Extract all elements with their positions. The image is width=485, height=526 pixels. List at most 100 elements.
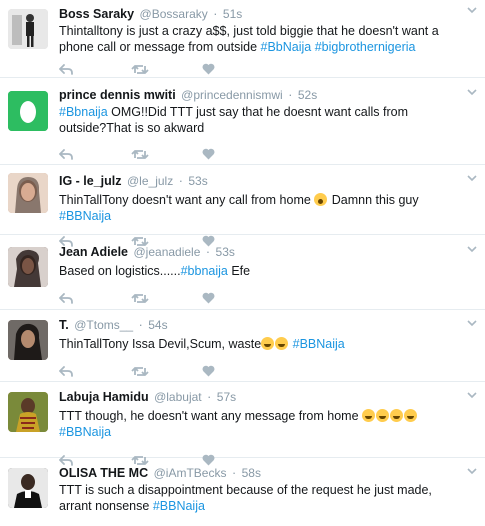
timestamp[interactable]: 57s — [217, 390, 236, 404]
tweet-header: prince dennis mwiti @princedennismwi · 5… — [59, 78, 485, 103]
hashtag-link[interactable]: #bigbrothernigeria — [315, 40, 416, 54]
hashtag-link[interactable]: #bbnaija — [181, 264, 228, 278]
hashtag-link[interactable]: #BBNaija — [59, 425, 111, 439]
reply-icon[interactable] — [59, 63, 73, 75]
tears-of-joy-emoji-icon — [275, 337, 289, 350]
display-name[interactable]: Labuja Hamidu — [59, 390, 149, 404]
timestamp[interactable]: 58s — [242, 466, 261, 480]
username[interactable]: @le_julz — [127, 174, 173, 188]
tweet-actions — [59, 357, 485, 385]
tweet-actions — [59, 140, 485, 168]
tweet-header: Labuja Hamidu @labujat · 57s — [59, 382, 485, 405]
tears-of-joy-emoji-icon — [362, 409, 376, 422]
tweet[interactable]: Labuja Hamidu @labujat · 57s TTT though,… — [0, 382, 485, 466]
timestamp[interactable]: 53s — [216, 245, 235, 259]
avatar[interactable] — [8, 173, 48, 213]
tweet-header: OLISA THE MC @iAmTBecks · 58s — [59, 458, 485, 481]
avatar[interactable] — [8, 392, 48, 432]
separator-dot: · — [213, 7, 218, 21]
tweet-header: Boss Saraky @Bossaraky · 51s — [59, 0, 485, 22]
tweet-actions — [59, 284, 485, 312]
tweet[interactable]: Jean Adiele @jeanadiele · 53s Based on l… — [0, 235, 485, 310]
hashtag-link[interactable]: #Bbnaija — [59, 105, 108, 119]
tweet-header: T. @Ttoms__ · 54s — [59, 310, 485, 333]
display-name[interactable]: Jean Adiele — [59, 245, 128, 259]
chevron-down-icon[interactable] — [467, 318, 477, 330]
tears-of-joy-emoji-icon — [376, 409, 390, 422]
reply-icon[interactable] — [59, 365, 73, 377]
separator-dot: · — [288, 88, 293, 102]
tweet-text-part: TTT though, he doesn't want any message … — [59, 409, 363, 423]
chevron-down-icon[interactable] — [467, 244, 477, 256]
username[interactable]: @Bossaraky — [140, 7, 208, 21]
retweet-icon[interactable] — [131, 149, 149, 160]
chevron-down-icon[interactable] — [467, 390, 477, 402]
separator-dot: · — [207, 390, 212, 404]
heart-icon[interactable] — [201, 148, 215, 160]
timestamp[interactable]: 53s — [188, 174, 207, 188]
tweet[interactable]: IG - le_julz @le_julz · 53s ThinTallTony… — [0, 165, 485, 247]
chevron-down-icon[interactable] — [467, 173, 477, 185]
tweet-text: TTT is such a disappointment because of … — [59, 482, 485, 514]
retweet-icon[interactable] — [131, 64, 149, 75]
avatar[interactable] — [8, 91, 48, 131]
tweet-text-part: TTT is such a disappointment because of … — [59, 483, 432, 513]
tweet-text: Thintalltony is just a crazy a$$, just t… — [59, 23, 485, 55]
timestamp[interactable]: 51s — [223, 7, 242, 21]
username[interactable]: @Ttoms__ — [74, 318, 133, 332]
chevron-down-icon[interactable] — [467, 87, 477, 99]
display-name[interactable]: OLISA THE MC — [59, 466, 148, 480]
tweet-text-part: OMG!!Did TTT just say that he doesnt wan… — [59, 105, 408, 135]
tweet-text: ThinTallTony Issa Devil,Scum, waste #BBN… — [59, 336, 485, 352]
heart-icon[interactable] — [201, 292, 215, 304]
avatar[interactable] — [8, 320, 48, 360]
avatar[interactable] — [8, 247, 48, 287]
display-name[interactable]: IG - le_julz — [59, 174, 122, 188]
tweet[interactable]: OLISA THE MC @iAmTBecks · 58s TTT is suc… — [0, 458, 485, 526]
display-name[interactable]: prince dennis mwiti — [59, 88, 176, 102]
tweet[interactable]: Boss Saraky @Bossaraky · 51s Thintallton… — [0, 0, 485, 78]
hashtag-link[interactable]: #BBNaija — [59, 209, 111, 223]
tweet-header: IG - le_julz @le_julz · 53s — [59, 165, 485, 189]
hashtag-link[interactable]: #BBNaija — [293, 337, 345, 351]
timestamp[interactable]: 54s — [148, 318, 167, 332]
astonished-face-emoji-icon — [314, 193, 328, 206]
display-name[interactable]: T. — [59, 318, 69, 332]
separator-dot: · — [138, 318, 143, 332]
separator-dot: · — [178, 174, 183, 188]
username[interactable]: @jeanadiele — [134, 245, 201, 259]
username[interactable]: @princedennismwi — [181, 88, 283, 102]
chevron-down-icon[interactable] — [467, 5, 477, 17]
tweet-text-part: ThinTallTony doesn't want any call from … — [59, 193, 315, 207]
separator-dot: · — [231, 466, 237, 480]
reply-icon[interactable] — [59, 292, 73, 304]
heart-icon[interactable] — [201, 63, 215, 75]
heart-icon[interactable] — [201, 365, 215, 377]
tears-of-joy-emoji-icon — [404, 409, 418, 422]
chevron-down-icon[interactable] — [467, 466, 477, 478]
tweet-text: #Bbnaija OMG!!Did TTT just say that he d… — [59, 104, 485, 136]
tears-of-joy-emoji-icon — [390, 409, 404, 422]
timestamp[interactable]: 52s — [298, 88, 317, 102]
retweet-icon[interactable] — [131, 366, 149, 377]
retweet-icon[interactable] — [131, 293, 149, 304]
tears-of-joy-emoji-icon — [261, 337, 275, 350]
avatar[interactable] — [8, 9, 48, 49]
hashtag-link[interactable]: #BbNaija — [261, 40, 312, 54]
username[interactable]: @labujat — [154, 390, 202, 404]
tweet-feed: Boss Saraky @Bossaraky · 51s Thintallton… — [0, 0, 485, 526]
reply-icon[interactable] — [59, 148, 73, 160]
tweet-text-part: Based on logistics...... — [59, 264, 181, 278]
tweet[interactable]: prince dennis mwiti @princedennismwi · 5… — [0, 78, 485, 165]
tweet-text-part: Efe — [227, 264, 251, 278]
avatar[interactable] — [8, 468, 48, 508]
tweet-header: Jean Adiele @jeanadiele · 53s — [59, 235, 485, 260]
separator-dot: · — [205, 245, 211, 259]
tweet-text-part: ThinTallTony Issa Devil,Scum, waste — [59, 337, 262, 351]
display-name[interactable]: Boss Saraky — [59, 7, 134, 21]
tweet-text-part: Damnn this guy — [328, 193, 419, 207]
hashtag-link[interactable]: #BBNaija — [153, 499, 205, 513]
username[interactable]: @iAmTBecks — [154, 466, 227, 480]
tweet-text: ThinTallTony doesn't want any call from … — [59, 192, 485, 224]
tweet[interactable]: T. @Ttoms__ · 54s ThinTallTony Issa Devi… — [0, 310, 485, 382]
